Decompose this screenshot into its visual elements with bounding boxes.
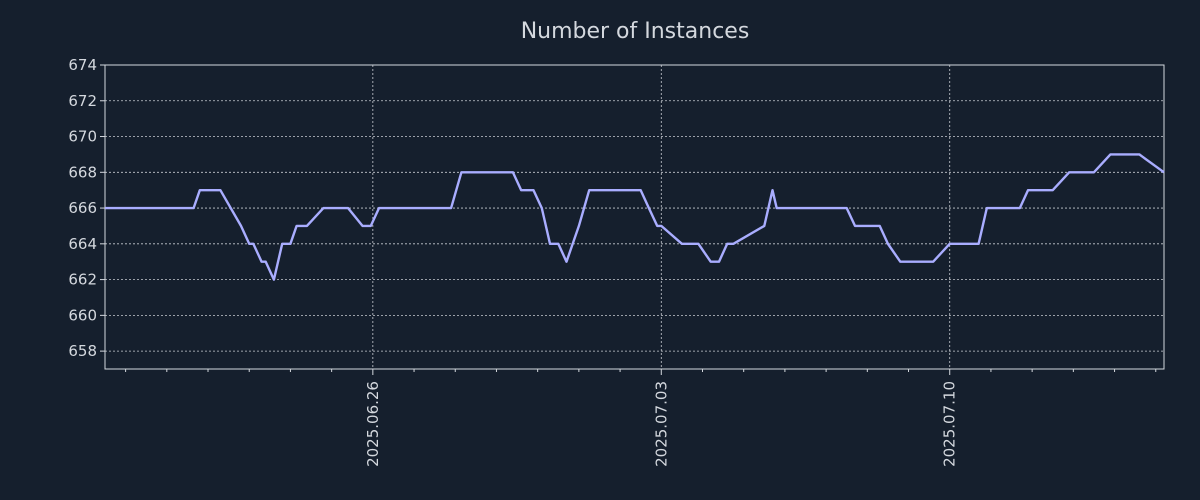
y-tick-label: 670 bbox=[68, 128, 97, 146]
y-tick-label: 672 bbox=[68, 92, 97, 110]
y-tick-label: 662 bbox=[68, 271, 97, 289]
line-chart: Number of Instances 658 660 662 664 666 668 67… bbox=[0, 0, 1200, 500]
x-tick-label: 2025.06.26 bbox=[364, 381, 382, 467]
y-tick-label: 664 bbox=[68, 235, 97, 253]
y-tick-label: 660 bbox=[68, 306, 97, 324]
x-tick-label: 2025.07.10 bbox=[941, 381, 959, 467]
x-tick-label: 2025.07.03 bbox=[652, 381, 670, 467]
chart-background bbox=[0, 0, 1200, 500]
chart-title: Number of Instances bbox=[521, 19, 750, 44]
y-tick-label: 668 bbox=[68, 163, 97, 181]
y-tick-label: 658 bbox=[68, 342, 97, 360]
y-tick-label: 674 bbox=[68, 56, 97, 74]
y-tick-label: 666 bbox=[68, 199, 97, 217]
